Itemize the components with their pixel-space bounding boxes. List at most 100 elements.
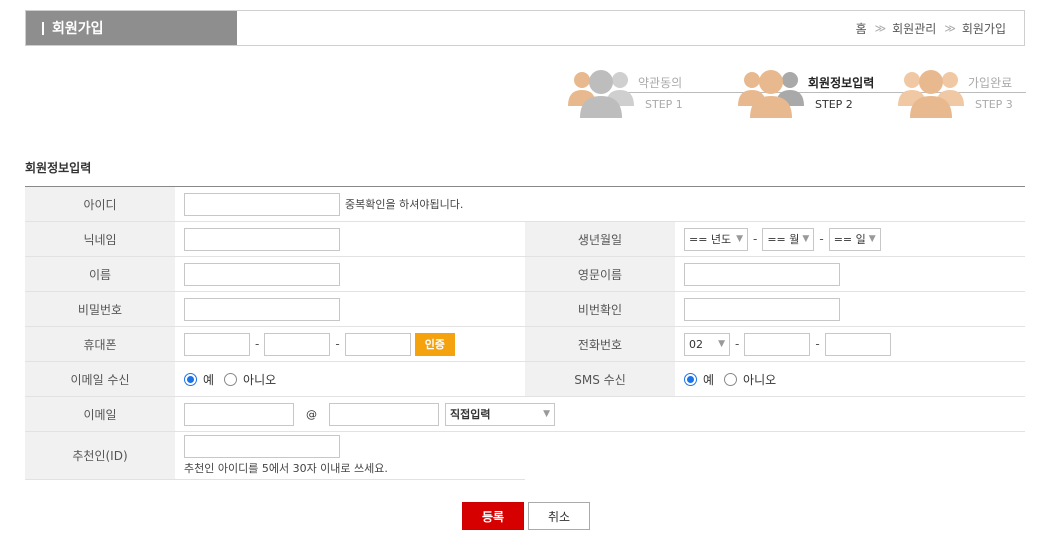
mobile-field-cell: - - 인증 <box>175 327 525 361</box>
recommender-input[interactable] <box>184 435 340 458</box>
dropdown-arrow-icon: ▼ <box>718 339 725 349</box>
birth-day-select[interactable]: == 일 ▼ <box>828 227 881 251</box>
radio-unchecked-icon <box>224 372 238 386</box>
dropdown-arrow-icon: ▼ <box>802 234 810 244</box>
form-row-id: 아이디 중복확인을 하셔야됩니다. <box>25 187 1025 222</box>
birth-field-cell: == 년도 ▼ - == 월 ▼ - == 일 ▼ <box>675 222 1025 256</box>
step-1-number: STEP 1 <box>645 98 683 111</box>
birth-year-select[interactable]: == 년도 ▼ <box>684 227 748 251</box>
member-info-form: 아이디 중복확인을 하셔야됩니다. 닉네임 생년월일 == 년도 ▼ - == 월… <box>25 186 1025 480</box>
nickname-field-cell <box>175 222 525 256</box>
email-id-input[interactable] <box>184 402 294 426</box>
dropdown-arrow-icon: ▼ <box>543 409 550 419</box>
dropdown-arrow-icon: ▼ <box>736 234 743 244</box>
step-2-name: 회원정보입력 <box>808 76 875 90</box>
mobile-label: 휴대폰 <box>25 327 175 361</box>
email-domain-value: 직접입력 <box>450 408 491 421</box>
sms-recv-no-label: 아니오 <box>743 372 777 387</box>
recommender-note: 추천인 아이디를 5에서 30자 이내로 쓰세요. <box>184 462 388 475</box>
email-recv-yes-label: 예 <box>203 372 215 387</box>
at-sign: @ <box>306 407 317 421</box>
id-label: 아이디 <box>25 187 175 221</box>
mobile-input-2[interactable] <box>264 332 331 356</box>
birth-month-value: == 월 <box>767 233 800 246</box>
radio-checked-icon <box>684 372 697 386</box>
sms-recv-yes-label: 예 <box>703 372 715 387</box>
breadcrumb-home[interactable]: 홈 <box>856 20 867 37</box>
password-input[interactable] <box>184 297 340 321</box>
form-row-recommender: 추천인(ID) 추천인 아이디를 5에서 30자 이내로 쓰세요. <box>25 432 525 480</box>
mobile-input-3[interactable] <box>344 332 411 356</box>
breadcrumb-signup[interactable]: 회원가입 <box>962 20 1006 37</box>
phone-field-cell: 02 ▼ - - <box>675 327 1025 361</box>
birth-day-value: == 일 <box>833 233 866 246</box>
name-field-cell <box>175 257 525 291</box>
form-row-name: 이름 영문이름 <box>25 257 1025 292</box>
breadcrumb: 홈 ≫ 회원관리 ≫ 회원가입 <box>237 11 1024 45</box>
recommender-label: 추천인(ID) <box>25 432 175 479</box>
email-domain-input[interactable] <box>329 402 439 426</box>
radio-unchecked-icon <box>724 372 738 386</box>
email-recv-yes-radio[interactable]: 예 <box>184 371 214 388</box>
password-label: 비밀번호 <box>25 292 175 326</box>
form-row-mobile: 휴대폰 - - 인증 전화번호 02 ▼ - - <box>25 327 1025 362</box>
eng-name-input[interactable] <box>684 262 840 286</box>
id-input[interactable] <box>184 192 340 216</box>
people-icon <box>898 70 964 118</box>
form-row-password: 비밀번호 비번확인 <box>25 292 1025 327</box>
id-field-cell: 중복확인을 하셔야됩니다. <box>175 187 1025 221</box>
form-row-nickname: 닉네임 생년월일 == 년도 ▼ - == 월 ▼ - == 일 ▼ <box>25 222 1025 257</box>
dash-separator: - <box>753 232 758 246</box>
sms-recv-field-cell: 예 아니오 <box>675 362 1025 396</box>
cert-button[interactable]: 인증 <box>414 332 455 356</box>
mobile-input-1[interactable] <box>184 332 250 356</box>
chevron-right-icon: ≫ <box>874 21 886 35</box>
birth-year-value: == 년도 <box>689 233 732 246</box>
breadcrumb-member-admin[interactable]: 회원관리 <box>892 20 936 37</box>
sms-recv-label: SMS 수신 <box>525 362 675 396</box>
email-domain-select[interactable]: 직접입력 ▼ <box>445 402 555 426</box>
form-row-receive: 이메일 수신 예 아니오 SMS 수신 예 아니오 <box>25 362 1025 397</box>
password-confirm-field-cell <box>675 292 1025 326</box>
dropdown-arrow-icon: ▼ <box>868 234 876 244</box>
email-recv-label: 이메일 수신 <box>25 362 175 396</box>
step-1: 약관동의 STEP 1 <box>566 64 706 120</box>
sms-recv-no-radio[interactable]: 아니오 <box>724 371 776 388</box>
submit-button[interactable]: 등록 <box>462 502 524 530</box>
sms-recv-yes-radio[interactable]: 예 <box>684 371 714 388</box>
phone-label: 전화번호 <box>525 327 675 361</box>
step-3: 가입완료 STEP 3 <box>896 64 1036 120</box>
step-2: 회원정보입력 STEP 2 <box>736 64 876 120</box>
email-label: 이메일 <box>25 397 175 431</box>
email-recv-no-label: 아니오 <box>243 372 277 387</box>
eng-name-label: 영문이름 <box>525 257 675 291</box>
nickname-input[interactable] <box>184 227 340 251</box>
name-input[interactable] <box>184 262 340 286</box>
people-icon <box>738 70 804 118</box>
section-title: 회원정보입력 <box>25 161 92 175</box>
cancel-button[interactable]: 취소 <box>528 502 590 530</box>
dash-separator: - <box>255 337 260 351</box>
dash-separator: - <box>735 337 740 351</box>
nickname-label: 닉네임 <box>25 222 175 256</box>
dash-separator: - <box>335 337 340 351</box>
birth-month-select[interactable]: == 월 ▼ <box>762 227 815 251</box>
page-header: 회원가입 홈 ≫ 회원관리 ≫ 회원가입 <box>25 10 1025 46</box>
page-title: 회원가입 <box>52 21 104 37</box>
phone-area-select[interactable]: 02 ▼ <box>684 332 730 356</box>
chevron-right-icon: ≫ <box>944 21 955 35</box>
recommender-field-cell: 추천인 아이디를 5에서 30자 이내로 쓰세요. <box>175 432 388 479</box>
birth-label: 생년월일 <box>525 222 675 256</box>
email-field-cell: @ 직접입력 ▼ <box>175 397 1025 431</box>
phone-area-value: 02 <box>689 337 703 351</box>
people-icon <box>568 70 634 118</box>
eng-name-field-cell <box>675 257 1025 291</box>
email-recv-no-radio[interactable]: 아니오 <box>224 371 276 388</box>
dash-separator: - <box>819 232 824 246</box>
phone-input-3[interactable] <box>824 332 891 356</box>
page-title-box: 회원가입 <box>26 11 237 45</box>
phone-input-2[interactable] <box>744 332 811 356</box>
password-confirm-input[interactable] <box>684 297 840 321</box>
radio-checked-icon <box>184 372 197 386</box>
step-3-name: 가입완료 <box>968 76 1013 90</box>
